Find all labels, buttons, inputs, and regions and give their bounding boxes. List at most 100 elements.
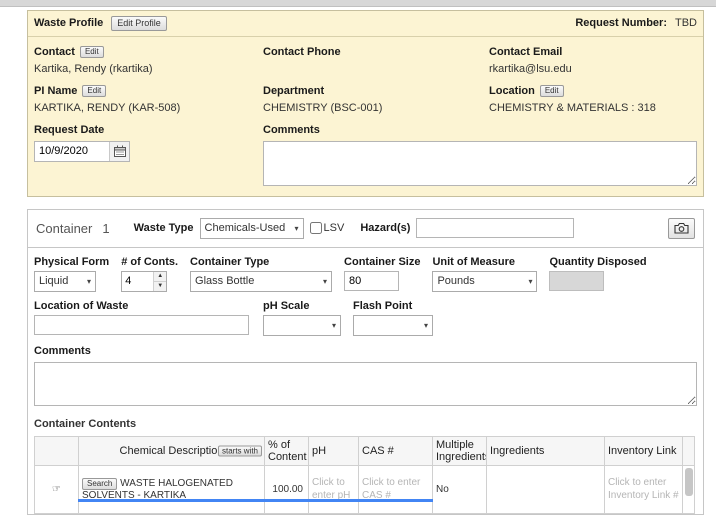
container-title-text: Container	[36, 221, 92, 236]
location-edit-button[interactable]: Edit	[540, 85, 564, 97]
calendar-icon	[114, 145, 126, 157]
waste-profile-panel: Waste Profile Edit Profile Request Numbe…	[27, 10, 704, 197]
container-body: Physical Form Liquid ▾ # of Conts. ▲ ▼	[28, 248, 703, 514]
container-contents-table: Chemical Description starts with % of Co…	[34, 436, 695, 514]
profile-comments-label: Comments	[263, 124, 320, 136]
multiple-ingredients-cell[interactable]: No	[433, 465, 487, 513]
cas-cell[interactable]: Click to enter CAS #	[359, 465, 433, 513]
lsv-checkbox[interactable]	[310, 222, 322, 234]
num-conts-field: # of Conts. ▲ ▼	[121, 256, 178, 292]
contact-phone-field: Contact Phone	[263, 45, 489, 75]
ph-scale-label: pH Scale	[263, 300, 341, 312]
pi-name-field: PI Name Edit KARTIKA, RENDY (KAR-508)	[34, 84, 263, 114]
spinner-up-icon[interactable]: ▲	[154, 272, 166, 281]
column-multiple-ingredients: Multiple Ingredients	[433, 436, 487, 465]
inventory-link-placeholder[interactable]: Click to enter Inventory Link #	[608, 476, 679, 502]
column-ingredients: Ingredients	[487, 436, 605, 465]
ingredients-cell[interactable]	[487, 465, 605, 513]
container-type-select[interactable]: Glass Bottle ▾	[190, 271, 332, 292]
contact-email-field: Contact Email rkartika@lsu.edu	[489, 45, 697, 75]
column-percent-of-content: % of Content	[265, 436, 309, 465]
profile-comments-field: Comments	[263, 123, 697, 186]
container-size-field: Container Size	[344, 256, 420, 291]
table-scrollbar[interactable]	[683, 465, 695, 513]
dropdown-arrow-icon: ▾	[87, 277, 91, 286]
physical-form-label: Physical Form	[34, 256, 109, 268]
camera-button[interactable]	[668, 218, 695, 239]
ph-cell[interactable]: Click to enter pH	[309, 465, 359, 513]
table-scrollbar-thumb[interactable]	[685, 468, 693, 496]
dropdown-arrow-icon: ▾	[295, 224, 299, 233]
department-field: Department CHEMISTRY (BSC-001)	[263, 84, 489, 114]
edit-profile-button[interactable]: Edit Profile	[111, 16, 167, 31]
camera-icon	[674, 222, 689, 234]
table-header-row: Chemical Description starts with % of Co…	[35, 436, 695, 465]
contact-email-label: Contact Email	[489, 46, 562, 58]
unit-of-measure-select[interactable]: Pounds ▾	[432, 271, 537, 292]
pi-name-edit-button[interactable]: Edit	[82, 85, 106, 97]
pointing-finger-icon[interactable]: ☞	[35, 465, 79, 513]
profile-row-1: Contact Edit Kartika, Rendy (rkartika) C…	[34, 45, 697, 75]
num-conts-input[interactable]	[122, 272, 153, 291]
pi-name-value: KARTIKA, RENDY (KAR-508)	[34, 102, 263, 114]
profile-comments-textarea[interactable]	[263, 141, 697, 186]
ph-scale-select[interactable]: ▾	[263, 315, 341, 336]
container-fields-row-1: Physical Form Liquid ▾ # of Conts. ▲ ▼	[34, 256, 697, 292]
percent-of-content-cell[interactable]: 100.00	[265, 465, 309, 513]
department-label: Department	[263, 85, 324, 97]
num-conts-spinners: ▲ ▼	[153, 272, 166, 291]
chemical-description-cell[interactable]: Search WASTE HALOGENATED SOLVENTS - KART…	[79, 465, 265, 513]
column-inventory-link: Inventory Link	[605, 436, 683, 465]
physical-form-select[interactable]: Liquid ▾	[34, 271, 96, 292]
ph-scale-field: pH Scale ▾	[263, 300, 341, 336]
waste-type-label: Waste Type	[134, 222, 194, 234]
contact-edit-button[interactable]: Edit	[80, 46, 104, 58]
waste-profile-body: Contact Edit Kartika, Rendy (rkartika) C…	[28, 37, 703, 196]
container-size-input[interactable]	[344, 271, 399, 291]
container-comments-textarea[interactable]	[34, 362, 697, 406]
container-type-field: Container Type Glass Bottle ▾	[190, 256, 332, 292]
dropdown-arrow-icon: ▾	[323, 277, 327, 286]
search-button[interactable]: Search	[82, 478, 117, 490]
container-size-label: Container Size	[344, 256, 420, 268]
container-type-value: Glass Bottle	[195, 275, 254, 287]
contact-value: Kartika, Rendy (rkartika)	[34, 63, 263, 75]
location-label: Location	[489, 85, 535, 97]
location-value: CHEMISTRY & MATERIALS : 318	[489, 102, 697, 114]
request-number-label: Request Number:	[575, 17, 667, 29]
num-conts-label: # of Conts.	[121, 256, 178, 268]
request-number-value: TBD	[675, 17, 697, 29]
request-date-input-group	[34, 141, 130, 162]
waste-type-select[interactable]: Chemicals-Used ▾	[200, 218, 304, 239]
dropdown-arrow-icon: ▾	[424, 321, 428, 330]
container-contents-title: Container Contents	[34, 418, 697, 430]
hazards-input[interactable]	[416, 218, 574, 238]
inventory-link-cell[interactable]: Click to enter Inventory Link #	[605, 465, 683, 513]
table-scrollbar[interactable]	[683, 436, 695, 465]
pi-name-label: PI Name	[34, 85, 77, 97]
unit-of-measure-label: Unit of Measure	[432, 256, 537, 268]
contact-field: Contact Edit Kartika, Rendy (rkartika)	[34, 45, 263, 75]
spinner-down-icon[interactable]: ▼	[154, 281, 166, 291]
container-title: Container1	[36, 221, 110, 236]
starts-with-button[interactable]: starts with	[218, 445, 262, 456]
location-of-waste-label: Location of Waste	[34, 300, 249, 312]
waste-type-value: Chemicals-Used	[205, 222, 286, 234]
lsv-checkbox-group[interactable]: LSV	[310, 222, 345, 234]
flash-point-select[interactable]: ▾	[353, 315, 433, 336]
container-fields-row-2: Location of Waste pH Scale ▾ Flash Point…	[34, 300, 697, 336]
location-field: Location Edit CHEMISTRY & MATERIALS : 31…	[489, 84, 697, 114]
quantity-disposed-field: Quantity Disposed	[549, 256, 646, 291]
request-date-field: Request Date	[34, 123, 263, 186]
date-picker-button[interactable]	[109, 142, 129, 161]
lsv-label: LSV	[324, 222, 345, 234]
flash-point-field: Flash Point ▾	[353, 300, 433, 336]
request-date-input[interactable]	[35, 142, 109, 161]
location-of-waste-input[interactable]	[34, 315, 249, 335]
waste-profile-title: Waste Profile	[34, 17, 103, 29]
waste-profile-header: Waste Profile Edit Profile Request Numbe…	[28, 11, 703, 37]
row-focus-indicator	[78, 499, 433, 502]
chemical-description-header-label: Chemical Description	[120, 445, 224, 457]
page-content: Waste Profile Edit Profile Request Numbe…	[27, 10, 704, 515]
container-comments-field: Comments	[34, 344, 697, 406]
